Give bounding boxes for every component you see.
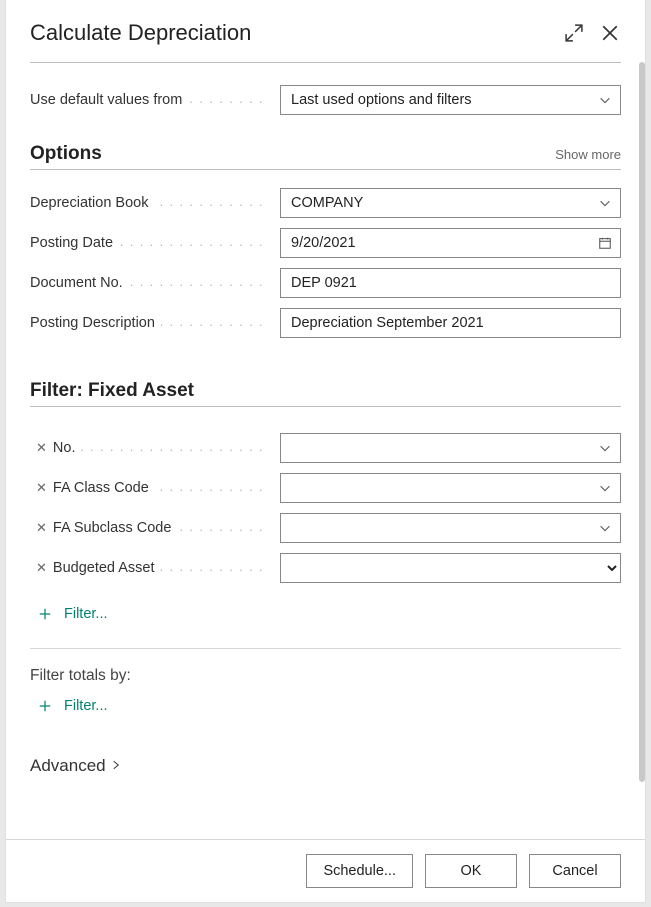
options-heading: Options <box>30 143 555 165</box>
defaults-select[interactable] <box>280 85 621 115</box>
filter-fa-subclass-control[interactable] <box>280 513 621 543</box>
plus-icon <box>36 605 54 623</box>
header-divider <box>30 62 621 63</box>
defaults-control[interactable] <box>280 85 621 115</box>
depreciation-book-control[interactable] <box>280 188 621 218</box>
add-filter-totals-button[interactable]: Filter... <box>36 697 108 715</box>
cancel-button[interactable]: Cancel <box>529 854 621 888</box>
plus-icon <box>36 697 54 715</box>
remove-filter-icon[interactable]: ✕ <box>30 520 47 536</box>
filter-fa-class-row: ✕FA Class Code <box>30 473 621 503</box>
depreciation-book-label: Depreciation Book <box>30 195 280 211</box>
posting-description-control[interactable] <box>280 308 621 338</box>
filter-fa-class-label: ✕FA Class Code <box>30 480 280 496</box>
filter-fa-class-control[interactable] <box>280 473 621 503</box>
posting-date-label: Posting Date <box>30 235 280 251</box>
document-no-row: Document No. <box>30 268 621 298</box>
remove-filter-icon[interactable]: ✕ <box>30 560 47 576</box>
show-more-link[interactable]: Show more <box>555 147 621 162</box>
dialog-header: Calculate Depreciation <box>6 0 645 62</box>
filter-fa-subclass-label: ✕FA Subclass Code <box>30 520 280 536</box>
posting-description-label: Posting Description <box>30 315 280 331</box>
chevron-right-icon <box>110 758 122 774</box>
remove-filter-icon[interactable]: ✕ <box>30 480 47 496</box>
filter-no-control[interactable] <box>280 433 621 463</box>
filter-divider <box>30 648 621 649</box>
remove-filter-icon[interactable]: ✕ <box>30 440 47 456</box>
document-no-control[interactable] <box>280 268 621 298</box>
filter-totals-heading: Filter totals by: <box>30 667 621 685</box>
filter-budgeted-asset-control[interactable] <box>280 553 621 583</box>
add-filter-fa-button[interactable]: Filter... <box>36 605 108 623</box>
dialog-body: Use default values from Options Show mor… <box>6 62 645 839</box>
options-section-header: Options Show more <box>30 143 621 170</box>
ok-button[interactable]: OK <box>425 854 517 888</box>
expand-icon[interactable] <box>563 22 585 44</box>
calculate-depreciation-dialog: Calculate Depreciation Use default value… <box>6 0 645 902</box>
posting-date-input[interactable] <box>280 228 621 258</box>
schedule-button[interactable]: Schedule... <box>306 854 413 888</box>
posting-description-row: Posting Description <box>30 308 621 338</box>
filter-budgeted-asset-row: ✕Budgeted Asset <box>30 553 621 583</box>
document-no-label: Document No. <box>30 275 280 291</box>
posting-description-input[interactable] <box>280 308 621 338</box>
filter-no-row: ✕No. <box>30 433 621 463</box>
filter-no-label: ✕No. <box>30 440 280 456</box>
advanced-section-header[interactable]: Advanced <box>30 758 621 774</box>
depreciation-book-input[interactable] <box>280 188 621 218</box>
advanced-heading: Advanced <box>30 758 106 774</box>
document-no-input[interactable] <box>280 268 621 298</box>
filter-fa-heading: Filter: Fixed Asset <box>30 380 621 402</box>
depreciation-book-row: Depreciation Book <box>30 188 621 218</box>
defaults-label: Use default values from <box>30 92 280 108</box>
defaults-row: Use default values from <box>30 85 621 115</box>
filter-budgeted-asset-label: ✕Budgeted Asset <box>30 560 280 576</box>
add-filter-label: Filter... <box>64 698 108 714</box>
add-filter-label: Filter... <box>64 606 108 622</box>
filter-fa-subclass-row: ✕FA Subclass Code <box>30 513 621 543</box>
posting-date-control[interactable] <box>280 228 621 258</box>
scrollbar[interactable] <box>639 62 645 782</box>
filter-no-input[interactable] <box>280 433 621 463</box>
filter-budgeted-asset-select[interactable] <box>280 553 621 583</box>
dialog-title: Calculate Depreciation <box>30 20 549 46</box>
posting-date-row: Posting Date <box>30 228 621 258</box>
filter-fa-subclass-input[interactable] <box>280 513 621 543</box>
dialog-footer: Schedule... OK Cancel <box>6 839 645 902</box>
close-icon[interactable] <box>599 22 621 44</box>
filter-fa-section-header: Filter: Fixed Asset <box>30 380 621 407</box>
filter-fa-class-input[interactable] <box>280 473 621 503</box>
